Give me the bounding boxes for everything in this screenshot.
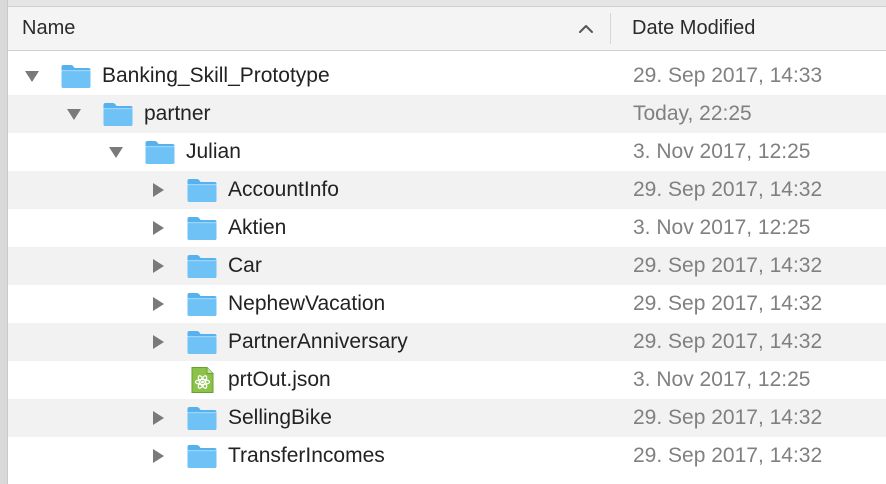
column-separator[interactable] [610, 13, 611, 44]
disclosure-collapsed-icon[interactable] [150, 410, 166, 426]
folder-icon [187, 255, 217, 278]
item-date-modified: Today, 22:25 [633, 102, 752, 125]
disclosure-collapsed-icon[interactable] [150, 182, 166, 198]
disclosure-expanded-icon[interactable] [66, 106, 82, 122]
folder-icon [187, 331, 217, 354]
window-top-edge [0, 0, 886, 7]
item-date-modified: 29. Sep 2017, 14:32 [633, 254, 823, 277]
date-modified-column-label: Date Modified [632, 17, 756, 39]
item-name[interactable]: Car [228, 247, 262, 285]
item-name[interactable]: NephewVacation [228, 285, 385, 323]
item-date-modified: 3. Nov 2017, 12:25 [633, 216, 811, 239]
disclosure-expanded-icon[interactable] [24, 68, 40, 84]
folder-row[interactable]: Banking_Skill_Prototype 29. Sep 2017, 14:… [8, 57, 886, 95]
folder-row[interactable]: partner Today, 22:25 [8, 95, 886, 133]
item-name[interactable]: partner [144, 95, 211, 133]
item-date-modified: 29. Sep 2017, 14:33 [633, 64, 823, 87]
folder-row[interactable]: SellingBike 29. Sep 2017, 14:32 [8, 399, 886, 437]
file-row[interactable]: prtOut.json 3. Nov 2017, 12:25 [8, 361, 886, 399]
disclosure-collapsed-icon[interactable] [150, 220, 166, 236]
disclosure-expanded-icon[interactable] [108, 144, 124, 160]
item-date-modified: 3. Nov 2017, 12:25 [633, 368, 811, 391]
folder-icon [187, 407, 217, 430]
item-date-modified: 29. Sep 2017, 14:32 [633, 444, 823, 467]
folder-row[interactable]: NephewVacation 29. Sep 2017, 14:32 [8, 285, 886, 323]
folder-row[interactable]: AccountInfo 29. Sep 2017, 14:32 [8, 171, 886, 209]
folder-icon [61, 65, 91, 88]
item-date-modified: 29. Sep 2017, 14:32 [633, 178, 823, 201]
item-date-modified: 29. Sep 2017, 14:32 [633, 406, 823, 429]
item-name[interactable]: AccountInfo [228, 171, 339, 209]
folder-row[interactable]: PartnerAnniversary 29. Sep 2017, 14:32 [8, 323, 886, 361]
folder-row[interactable]: Julian 3. Nov 2017, 12:25 [8, 133, 886, 171]
date-modified-column-header[interactable]: Date Modified [618, 7, 886, 50]
folder-icon [187, 293, 217, 316]
disclosure-collapsed-icon[interactable] [150, 258, 166, 274]
item-name[interactable]: Banking_Skill_Prototype [102, 57, 330, 95]
item-name[interactable]: Julian [186, 133, 241, 171]
item-date-modified: 29. Sep 2017, 14:32 [633, 292, 823, 315]
file-list: Banking_Skill_Prototype 29. Sep 2017, 14:… [8, 57, 886, 475]
name-column-label: Name [22, 17, 76, 39]
json-file-icon [191, 367, 214, 393]
item-name[interactable]: Aktien [228, 209, 286, 247]
item-name[interactable]: PartnerAnniversary [228, 323, 408, 361]
name-column-header[interactable]: Name [8, 7, 608, 50]
folder-row[interactable]: Car 29. Sep 2017, 14:32 [8, 247, 886, 285]
item-name[interactable]: SellingBike [228, 399, 332, 437]
disclosure-collapsed-icon[interactable] [150, 296, 166, 312]
item-name[interactable]: TransferIncomes [228, 437, 385, 475]
folder-row[interactable]: Aktien 3. Nov 2017, 12:25 [8, 209, 886, 247]
folder-icon [187, 445, 217, 468]
folder-icon [187, 217, 217, 240]
item-name[interactable]: prtOut.json [228, 361, 331, 399]
folder-icon [187, 179, 217, 202]
folder-icon [103, 103, 133, 126]
sort-ascending-icon[interactable] [576, 19, 596, 39]
column-header: Name Date Modified [8, 7, 886, 51]
disclosure-collapsed-icon[interactable] [150, 448, 166, 464]
item-date-modified: 3. Nov 2017, 12:25 [633, 140, 811, 163]
item-date-modified: 29. Sep 2017, 14:32 [633, 330, 823, 353]
window-left-edge [0, 0, 8, 484]
folder-icon [145, 141, 175, 164]
folder-row[interactable]: TransferIncomes 29. Sep 2017, 14:32 [8, 437, 886, 475]
disclosure-collapsed-icon[interactable] [150, 334, 166, 350]
